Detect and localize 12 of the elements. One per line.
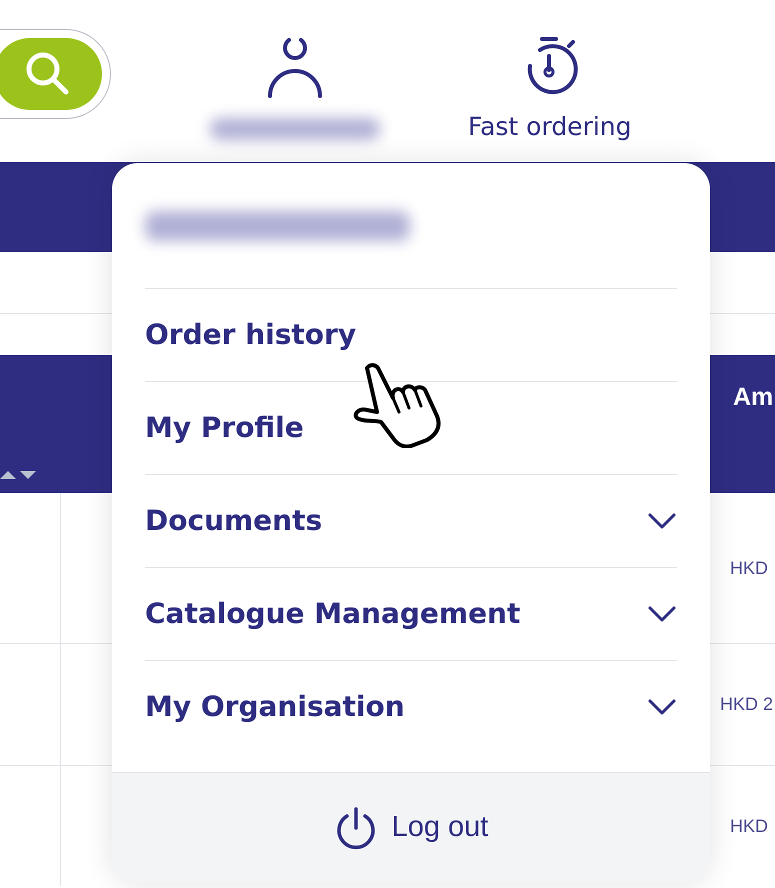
fast-ordering-link[interactable]: Fast ordering (468, 108, 632, 146)
hand-cursor-icon (353, 360, 443, 448)
menu-item[interactable]: Documents (145, 474, 677, 567)
amount-cell-text: HKD (730, 556, 770, 580)
menu-item[interactable]: My Organisation (145, 660, 677, 753)
user-icon[interactable] (267, 36, 323, 98)
logout-button[interactable]: Log out (328, 805, 494, 851)
amount-cell-text: HKD 2 (720, 693, 774, 716)
column-header: Am (733, 382, 774, 413)
menu-item[interactable]: Catalogue Management (145, 567, 677, 660)
search-field[interactable] (0, 29, 111, 119)
amount-cell-text: HKD (730, 814, 770, 838)
